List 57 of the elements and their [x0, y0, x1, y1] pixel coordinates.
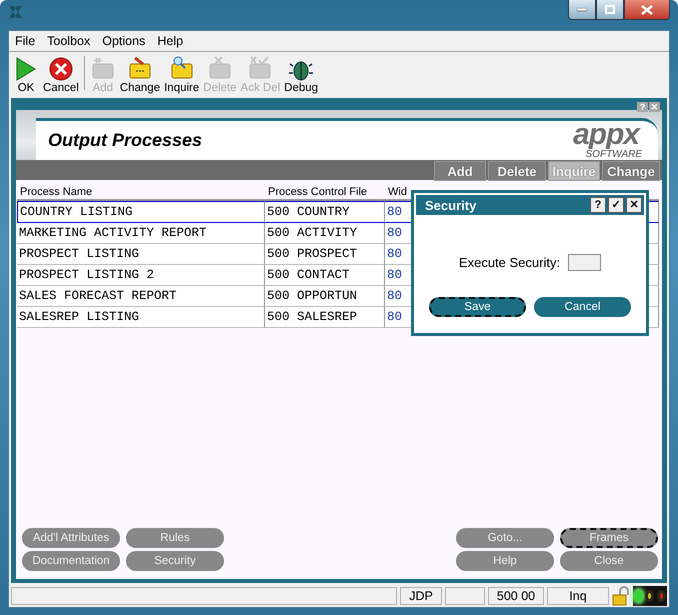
form-button[interactable]: Add'l Attributes [22, 528, 120, 548]
status-app: 500 00 [488, 587, 544, 605]
close-button[interactable]: ✕ [626, 197, 642, 213]
table-cell: 500 PROSPECT [265, 244, 385, 265]
form-title: Output Processes [48, 130, 202, 151]
close-button[interactable]: ✕ [649, 102, 660, 112]
toolbar-button[interactable]: OK [11, 56, 41, 94]
maximize-icon [605, 5, 615, 14]
table-cell: COUNTRY LISTING [17, 201, 265, 223]
table-cell: 500 OPPORTUN [265, 286, 385, 307]
status-user: JDP [400, 587, 442, 605]
table-cell: 500 CONTACT [265, 265, 385, 286]
help-button[interactable]: ? [590, 197, 606, 213]
menu-item[interactable]: Options [98, 34, 150, 48]
toolbar-button[interactable]: Cancel [41, 56, 81, 94]
table-cell: 500 COUNTRY [265, 201, 385, 223]
toolbar-button[interactable]: Inquire [162, 56, 202, 94]
form-button[interactable]: Security [126, 551, 224, 571]
table-cell: 500 SALESREP [265, 307, 385, 328]
table-cell: 500 ACTIVITY [265, 223, 385, 244]
form-button[interactable]: Rules [126, 528, 224, 548]
table-cell: SALES FORECAST REPORT [17, 286, 265, 307]
table-cell: PROSPECT LISTING 2 [17, 265, 265, 286]
action-tab[interactable]: Add [434, 161, 486, 181]
action-tab[interactable]: Delete [488, 161, 546, 181]
close-icon [641, 4, 653, 14]
form-button[interactable]: Help [456, 551, 554, 571]
table-cell: SALESREP LISTING [17, 307, 265, 328]
dialog-button[interactable]: Cancel [534, 297, 631, 317]
lock-icon [612, 586, 630, 606]
maximize-button[interactable] [596, 0, 624, 20]
form-button[interactable]: Documentation [22, 551, 120, 571]
minimize-button[interactable] [568, 0, 596, 20]
traffic-light-drawing [633, 586, 667, 606]
table-cell: MARKETING ACTIVITY REPORT [17, 223, 265, 244]
logo-word: appx [572, 121, 641, 149]
menu-item[interactable]: Toolbox [43, 34, 94, 48]
action-tab[interactable]: Change [602, 161, 660, 181]
status-field [445, 587, 485, 605]
menu-item[interactable]: Help [153, 34, 188, 48]
toolbar-button[interactable]: Debug [282, 56, 320, 94]
dialog-button[interactable]: Save [429, 297, 526, 317]
form-button[interactable]: Close [560, 551, 658, 571]
confirm-button[interactable]: ✓ [608, 197, 624, 213]
help-button[interactable]: ? [637, 102, 648, 112]
status-mode: Inq [547, 587, 609, 605]
table-cell: PROSPECT LISTING [17, 244, 265, 265]
form-button[interactable]: Goto... [456, 528, 554, 548]
minimize-icon [577, 8, 587, 12]
close-button[interactable] [624, 0, 670, 20]
cancel-icon [48, 56, 74, 82]
form-button[interactable]: Frames [560, 528, 658, 548]
logo-tagline: SOFTWARE [586, 149, 642, 160]
app-icon [8, 5, 24, 19]
menu-item[interactable]: File [11, 34, 40, 48]
input-field[interactable] [568, 254, 602, 271]
toolbar-button[interactable]: Change [118, 56, 162, 94]
